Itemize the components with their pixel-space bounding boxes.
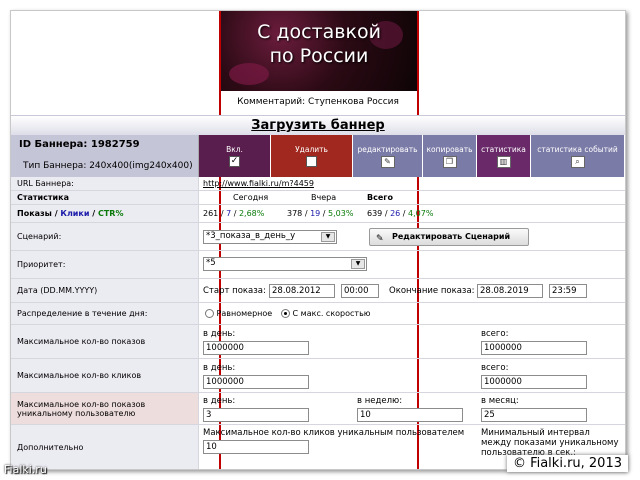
max-unique-day-input[interactable] bbox=[203, 408, 309, 422]
banner-text-line1: С доставкой bbox=[257, 21, 381, 43]
delete-toggle[interactable]: Удалить bbox=[271, 135, 353, 177]
priority-row: Приоритет: *5 ▼ bbox=[11, 251, 625, 279]
violet-petal bbox=[229, 63, 269, 85]
bar-chart-icon: ▥ bbox=[496, 156, 511, 168]
event-stats-button[interactable]: статистика событий ⌕ bbox=[531, 135, 625, 177]
date-label: Дата (DD.MM.YYYY) bbox=[11, 279, 199, 302]
stats-total-values: 639 / 26 / 4,07% bbox=[367, 209, 434, 218]
distribution-even-option[interactable]: Равномерное bbox=[205, 303, 272, 325]
max-shows-day-label: в день: bbox=[203, 329, 236, 339]
stats-values-row: Показы / Клики / CTR% 261 / 7 / 2,68% 37… bbox=[11, 205, 625, 223]
enable-checkbox[interactable]: ✓ bbox=[229, 156, 240, 167]
chevron-down-icon: ▼ bbox=[351, 259, 365, 269]
radio-max[interactable] bbox=[281, 309, 290, 318]
stats-today-values: 261 / 7 / 2,68% bbox=[203, 209, 265, 218]
max-clicks-total-input[interactable] bbox=[481, 375, 587, 389]
shows-label: Показы bbox=[17, 209, 52, 218]
pencil-icon: ✎ bbox=[380, 156, 395, 168]
banner-text-line2: по России bbox=[269, 45, 369, 67]
delete-label: Удалить bbox=[295, 145, 328, 154]
copy-label: копировать bbox=[426, 145, 473, 154]
scenario-row: Сценарий: *3_показа_в_день_у ▼ ✎ Редакти… bbox=[11, 223, 625, 251]
edit-scenario-button[interactable]: ✎ Редактировать Сценарий bbox=[369, 228, 529, 246]
end-time-input[interactable] bbox=[549, 284, 587, 298]
max-clicks-total-label: всего: bbox=[481, 363, 509, 373]
edit-button[interactable]: редактировать ✎ bbox=[353, 135, 423, 177]
priority-select[interactable]: *5 ▼ bbox=[203, 257, 367, 271]
chevron-down-icon: ▼ bbox=[321, 232, 335, 242]
scenario-select[interactable]: *3_показа_в_день_у ▼ bbox=[203, 230, 337, 244]
stats-today-header: Сегодня bbox=[233, 193, 269, 202]
banner-editor-window: С доставкой по России Комментарий: Ступе… bbox=[10, 10, 626, 470]
start-date-input[interactable] bbox=[269, 284, 335, 298]
max-unique-day-label: в день: bbox=[203, 396, 236, 406]
stats-yesterday-header: Вчера bbox=[311, 193, 337, 202]
banner-id: ID Баннера: 1982759 bbox=[19, 139, 140, 150]
radio-even[interactable] bbox=[205, 309, 214, 318]
distribution-label: Распределение в течение дня: bbox=[11, 303, 199, 324]
max-shows-row: Максимальное кол-во показов в день: всег… bbox=[11, 325, 625, 359]
copy-icon: ❐ bbox=[442, 156, 457, 168]
stats-yesterday-values: 378 / 19 / 5,03% bbox=[287, 209, 354, 218]
extra-max-clicks-input[interactable] bbox=[203, 440, 309, 454]
banner-comment: Комментарий: Ступенкова Россия bbox=[237, 97, 399, 107]
max-unique-month-input[interactable] bbox=[481, 408, 587, 422]
copy-button[interactable]: копировать ❐ bbox=[423, 135, 477, 177]
pencil-icon: ✎ bbox=[376, 234, 384, 244]
ctr-label: CTR% bbox=[97, 209, 124, 218]
url-label: URL Баннера: bbox=[11, 177, 199, 190]
max-clicks-label: Максимальное кол-во кликов bbox=[11, 359, 199, 392]
banner-url-link[interactable]: http://www.fialki.ru/m?4459 bbox=[203, 179, 314, 188]
edit-scenario-label: Редактировать Сценарий bbox=[392, 232, 511, 241]
stats-header-row: Статистика Сегодня Вчера Всего bbox=[11, 191, 625, 205]
start-label: Старт показа: bbox=[203, 286, 266, 296]
start-time-input[interactable] bbox=[341, 284, 379, 298]
max-clicks-day-input[interactable] bbox=[203, 375, 309, 389]
max-shows-day-input[interactable] bbox=[203, 341, 309, 355]
banner-id-block: ID Баннера: 1982759 Тип Баннера: 240x400… bbox=[11, 135, 199, 177]
enable-label: Вкл. bbox=[226, 145, 243, 154]
banner-preview-image: С доставкой по России bbox=[221, 11, 417, 91]
max-clicks-day-label: в день: bbox=[203, 363, 236, 373]
magnifier-icon: ⌕ bbox=[570, 156, 585, 168]
stats-button[interactable]: статистика ▥ bbox=[477, 135, 531, 177]
stats-metrics-label: Показы / Клики / CTR% bbox=[11, 205, 199, 222]
end-date-input[interactable] bbox=[477, 284, 543, 298]
enable-toggle[interactable]: Вкл. ✓ bbox=[199, 135, 271, 177]
clicks-label: Клики bbox=[60, 209, 90, 218]
max-unique-week-input[interactable] bbox=[357, 408, 463, 422]
event-stats-label: статистика событий bbox=[537, 145, 618, 154]
max-shows-total-label: всего: bbox=[481, 329, 509, 339]
max-clicks-row: Максимальное кол-во кликов в день: всего… bbox=[11, 359, 625, 393]
max-unique-week-label: в неделю: bbox=[357, 396, 403, 406]
edit-label: редактировать bbox=[357, 145, 418, 154]
max-unique-row: Максимальное кол-во показов уникальному … bbox=[11, 393, 625, 425]
copyright-watermark: © Fialki.ru, 2013 bbox=[506, 455, 628, 472]
max-unique-label: Максимальное кол-во показов уникальному … bbox=[11, 393, 199, 424]
site-watermark: Fialki.ru bbox=[4, 463, 47, 476]
stats-label: Статистика bbox=[11, 191, 199, 204]
priority-label: Приоритет: bbox=[11, 251, 199, 278]
max-shows-total-input[interactable] bbox=[481, 341, 587, 355]
extra-interval-label: Минимальный интервал между показами уник… bbox=[481, 428, 619, 458]
banner-type: Тип Баннера: 240x400(img240x400) bbox=[23, 161, 193, 171]
delete-checkbox[interactable] bbox=[306, 156, 317, 167]
distribution-max-option[interactable]: С макс. скоростью bbox=[281, 303, 371, 325]
scenario-label: Сценарий: bbox=[11, 223, 199, 250]
priority-value: *5 bbox=[206, 258, 216, 268]
url-row: URL Баннера: http://www.fialki.ru/m?4459 bbox=[11, 177, 625, 191]
stats-label: статистика bbox=[481, 145, 526, 154]
stats-total-header: Всего bbox=[367, 193, 393, 202]
distribution-row: Распределение в течение дня: Равномерное… bbox=[11, 303, 625, 325]
scenario-value: *3_показа_в_день_у bbox=[206, 231, 296, 241]
max-unique-month-label: в месяц: bbox=[481, 396, 519, 406]
date-row: Дата (DD.MM.YYYY) Старт показа: Окончани… bbox=[11, 279, 625, 303]
max-shows-label: Максимальное кол-во показов bbox=[11, 325, 199, 358]
end-label: Окончание показа: bbox=[389, 286, 475, 296]
upload-banner-button[interactable]: Загрузить баннер bbox=[11, 115, 625, 137]
